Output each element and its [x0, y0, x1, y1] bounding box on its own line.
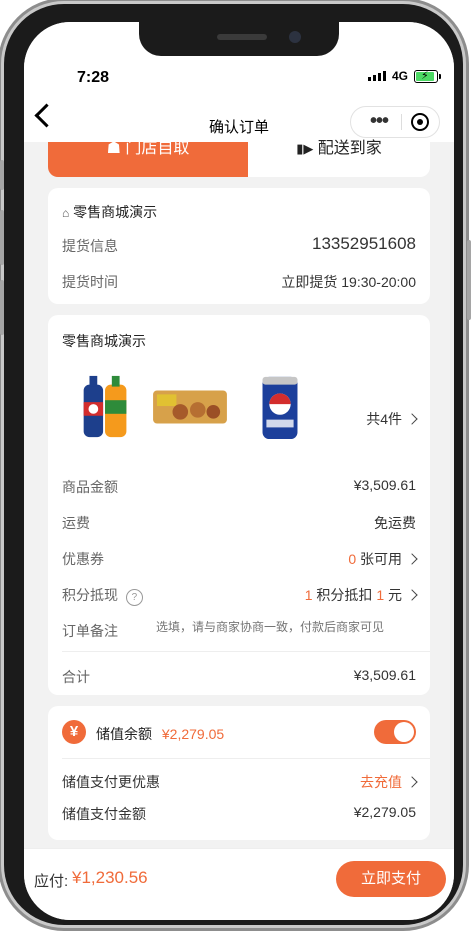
remark-input[interactable]	[154, 619, 428, 635]
total-value: ¥3,509.61	[353, 667, 416, 683]
goods-amount-label: 商品金额	[62, 479, 118, 495]
stored-value-card: ¥ 储值余额 ¥2,279.05 储值支付更优惠 去充值 储值支付金额 ¥2,2…	[48, 706, 430, 840]
speaker	[217, 34, 267, 40]
pickup-info-label: 提货信息	[62, 238, 118, 254]
shipping-value: 免运费	[374, 515, 416, 531]
points-amount: 1	[376, 587, 385, 603]
chevron-right-icon	[406, 413, 418, 425]
balance-divider	[62, 758, 430, 759]
total-divider	[62, 651, 430, 652]
store-icon: ☗	[106, 140, 121, 157]
shipping-row: 运费 免运费	[62, 513, 416, 533]
points-row[interactable]: 积分抵现 ? 1 积分抵扣 1 元	[62, 585, 418, 606]
pickup-time-label: 提货时间	[62, 274, 118, 290]
notch	[139, 22, 339, 56]
store-title: ⌂ 零售商城演示	[62, 202, 416, 222]
remark-label: 订单备注	[62, 623, 118, 639]
pay-now-button[interactable]: 立即支付	[336, 861, 446, 897]
chevron-right-icon	[406, 776, 418, 788]
store-name: 零售商城演示	[73, 204, 158, 220]
pickup-time-value: 立即提货 19:30-20:00	[281, 274, 416, 290]
capsule-divider	[401, 114, 402, 130]
balance-amount: ¥2,279.05	[161, 726, 225, 742]
signal-icon	[368, 71, 386, 81]
more-dots-icon[interactable]: •••	[361, 111, 397, 131]
coupon-label: 优惠券	[62, 551, 104, 567]
order-store-name: 零售商城演示	[62, 333, 146, 349]
due-value: ¥1,230.56	[72, 868, 148, 887]
delivery-mode-tabs: ☗ 门店自取 ▮▶ 配送到家	[24, 140, 454, 177]
coupon-row[interactable]: 优惠券 0 张可用	[62, 549, 418, 569]
shop-icon: ⌂	[62, 206, 70, 220]
tab-delivery-label: 配送到家	[317, 140, 382, 157]
navigation-bar: 确认订单 •••	[24, 98, 454, 142]
order-items-card: 零售商城演示 共4件 商品金额 ¥3,509.61 运费 免运费 优惠券 0 张…	[48, 315, 430, 695]
goods-amount-value: ¥3,509.61	[353, 477, 416, 493]
points-label: 积分抵现	[62, 587, 118, 603]
coupon-suffix: 张可用	[360, 551, 402, 567]
remark-row: 订单备注	[62, 619, 428, 641]
coupon-count: 0	[348, 551, 357, 567]
front-camera	[289, 31, 301, 43]
total-label: 合计	[62, 669, 90, 685]
balance-row: 储值余额 ¥2,279.05	[96, 724, 416, 744]
truck-icon: ▮▶	[296, 141, 314, 156]
points-unit: 元	[388, 587, 402, 603]
product-soda-bottles	[83, 375, 127, 438]
phone-side-button	[0, 280, 4, 335]
item-count: 共4件	[366, 411, 402, 427]
help-question-icon[interactable]: ?	[125, 589, 143, 606]
phone-screen: 7:28 4G ⚡ 确认订单 ••• ☗ 门店自取 ▮▶ 配送到家 ⌂ 零售商城…	[24, 22, 454, 920]
product-snack-pack	[153, 390, 227, 424]
product-soda-can	[262, 376, 298, 440]
pickup-info-row[interactable]: 提货信息 13352951608	[62, 234, 416, 256]
tab-store-pickup[interactable]: ☗ 门店自取	[48, 140, 248, 177]
tab-pickup-label: 门店自取	[125, 140, 190, 157]
due-label: 应付:	[34, 873, 69, 890]
recharge-text: 去充值	[360, 774, 402, 790]
goods-amount-row: 商品金额 ¥3,509.61	[62, 477, 416, 497]
phone-side-button	[0, 160, 4, 190]
recharge-link[interactable]: 去充值	[360, 772, 418, 792]
phone-frame: 7:28 4G ⚡ 确认订单 ••• ☗ 门店自取 ▮▶ 配送到家 ⌂ 零售商城…	[4, 4, 463, 925]
stored-pay-label: 储值支付金额	[62, 806, 146, 822]
coupon-value: 0 张可用	[348, 549, 418, 569]
tab-home-delivery[interactable]: ▮▶ 配送到家	[248, 140, 430, 177]
battery-charging-icon: ⚡	[414, 70, 441, 83]
yen-coin-icon: ¥	[62, 720, 86, 744]
status-time: 7:28	[77, 69, 110, 86]
chevron-right-icon	[406, 553, 418, 565]
stored-pay-value: ¥2,279.05	[353, 804, 416, 820]
toggle-knob	[394, 722, 414, 742]
phone-side-button	[0, 210, 4, 265]
network-type: 4G	[392, 69, 409, 83]
shipping-label: 运费	[62, 515, 90, 531]
phone-side-button	[467, 240, 471, 320]
points-middle: 积分抵扣	[316, 587, 373, 603]
mini-program-capsule: •••	[350, 106, 440, 138]
pickup-time-row[interactable]: 提货时间 立即提货 19:30-20:00	[62, 272, 416, 292]
recharge-row[interactable]: 储值支付更优惠 去充值	[62, 772, 418, 792]
stored-pay-row: 储值支付金额 ¥2,279.05	[62, 804, 416, 824]
points-value: 1 积分抵扣 1 元	[304, 585, 418, 605]
item-count-wrap: 共4件	[366, 409, 418, 429]
pickup-phone: 13352951608	[311, 234, 416, 253]
chevron-right-icon	[406, 589, 418, 601]
promo-label: 储值支付更优惠	[62, 774, 160, 790]
total-row: 合计 ¥3,509.61	[62, 667, 416, 687]
target-circle-icon[interactable]	[411, 113, 429, 131]
points-count: 1	[304, 587, 313, 603]
checkout-bar: 应付: ¥1,230.56 立即支付	[24, 848, 454, 920]
balance-label: 储值余额	[96, 726, 152, 742]
stored-value-toggle[interactable]	[374, 720, 416, 744]
pickup-info-card: ⌂ 零售商城演示 提货信息 13352951608 提货时间 立即提货 19:3…	[48, 188, 430, 304]
